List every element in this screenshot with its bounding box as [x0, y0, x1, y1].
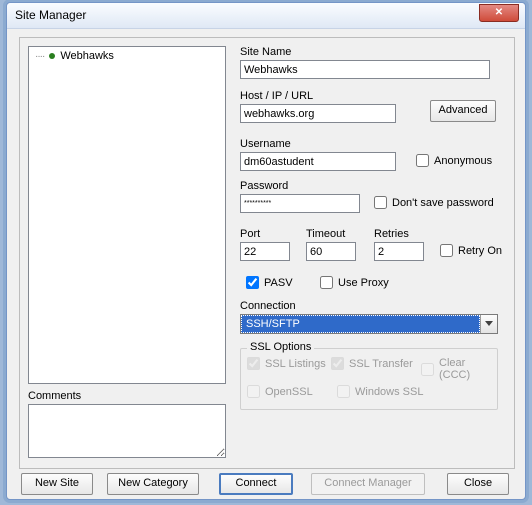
pasv-checkbox[interactable]: PASV: [246, 276, 293, 289]
timeout-label: Timeout: [306, 228, 345, 240]
connect-manager-button: Connect Manager: [311, 473, 425, 495]
dropdown-arrow-button[interactable]: [480, 315, 497, 333]
openssl-label: OpenSSL: [265, 386, 313, 398]
clear-ccc-input: [421, 363, 434, 376]
anonymous-label: Anonymous: [434, 155, 492, 167]
port-input[interactable]: [240, 242, 290, 261]
close-button[interactable]: Close: [447, 473, 509, 495]
retry-on-label: Retry On: [458, 245, 502, 257]
comments-label: Comments: [28, 390, 81, 402]
ssl-options-group: SSL Options SSL Listings SSL Transfer Cl…: [240, 348, 498, 410]
client-area: ···· Webhawks Comments Site Name Host / …: [13, 33, 521, 495]
anonymous-checkbox[interactable]: Anonymous: [416, 154, 492, 167]
window-close-button[interactable]: ✕: [479, 4, 519, 22]
ssl-transfer-input: [331, 357, 344, 370]
port-label: Port: [240, 228, 260, 240]
retry-on-input[interactable]: [440, 244, 453, 257]
new-category-button[interactable]: New Category: [107, 473, 199, 495]
connection-value: SSH/SFTP: [241, 315, 480, 333]
titlebar[interactable]: Site Manager ✕: [7, 3, 525, 29]
password-input[interactable]: [240, 194, 360, 213]
timeout-input[interactable]: [306, 242, 356, 261]
ssl-transfer-checkbox: SSL Transfer: [331, 357, 413, 370]
connection-label: Connection: [240, 300, 296, 312]
pasv-input[interactable]: [246, 276, 259, 289]
dont-save-password-input[interactable]: [374, 196, 387, 209]
username-input[interactable]: [240, 152, 396, 171]
ssl-listings-input: [247, 357, 260, 370]
tree-item-label: Webhawks: [60, 50, 114, 62]
connection-dropdown[interactable]: SSH/SFTP: [240, 314, 498, 334]
windows-ssl-input: [337, 385, 350, 398]
tree-item-webhawks[interactable]: ···· Webhawks: [29, 47, 225, 65]
use-proxy-input[interactable]: [320, 276, 333, 289]
site-tree[interactable]: ···· Webhawks: [28, 46, 226, 384]
new-site-button[interactable]: New Site: [21, 473, 93, 495]
username-label: Username: [240, 138, 291, 150]
tree-connector-icon: ····: [35, 51, 44, 62]
clear-ccc-label: Clear (CCC): [439, 357, 497, 381]
dont-save-password-label: Don't save password: [392, 197, 494, 209]
site-name-label: Site Name: [240, 46, 291, 58]
pasv-label: PASV: [264, 277, 293, 289]
ssl-listings-label: SSL Listings: [265, 358, 326, 370]
dont-save-password-checkbox[interactable]: Don't save password: [374, 196, 494, 209]
retries-label: Retries: [374, 228, 409, 240]
host-input[interactable]: [240, 104, 396, 123]
ssl-options-legend: SSL Options: [247, 341, 314, 353]
window-title: Site Manager: [15, 8, 86, 22]
close-icon: ✕: [495, 7, 503, 18]
tree-node-icon: [49, 53, 55, 59]
site-name-input[interactable]: [240, 60, 490, 79]
clear-ccc-checkbox: Clear (CCC): [421, 357, 497, 381]
main-frame: ···· Webhawks Comments Site Name Host / …: [19, 37, 515, 469]
windows-ssl-checkbox: Windows SSL: [337, 385, 423, 398]
retries-input[interactable]: [374, 242, 424, 261]
anonymous-checkbox-input[interactable]: [416, 154, 429, 167]
site-manager-window: Site Manager ✕ ···· Webhawks Comments Si…: [6, 2, 526, 500]
openssl-checkbox: OpenSSL: [247, 385, 313, 398]
advanced-button[interactable]: Advanced: [430, 100, 496, 122]
host-label: Host / IP / URL: [240, 90, 313, 102]
password-label: Password: [240, 180, 288, 192]
use-proxy-checkbox[interactable]: Use Proxy: [320, 276, 389, 289]
retry-on-checkbox[interactable]: Retry On: [440, 244, 502, 257]
comments-textarea[interactable]: [28, 404, 226, 458]
connect-button[interactable]: Connect: [219, 473, 293, 495]
bottom-button-bar: New Site New Category Connect Connect Ma…: [21, 473, 515, 497]
chevron-down-icon: [485, 321, 493, 327]
openssl-input: [247, 385, 260, 398]
use-proxy-label: Use Proxy: [338, 277, 389, 289]
ssl-listings-checkbox: SSL Listings: [247, 357, 326, 370]
form-panel: Site Name Host / IP / URL Advanced Usern…: [240, 46, 508, 458]
ssl-transfer-label: SSL Transfer: [349, 358, 413, 370]
windows-ssl-label: Windows SSL: [355, 386, 423, 398]
